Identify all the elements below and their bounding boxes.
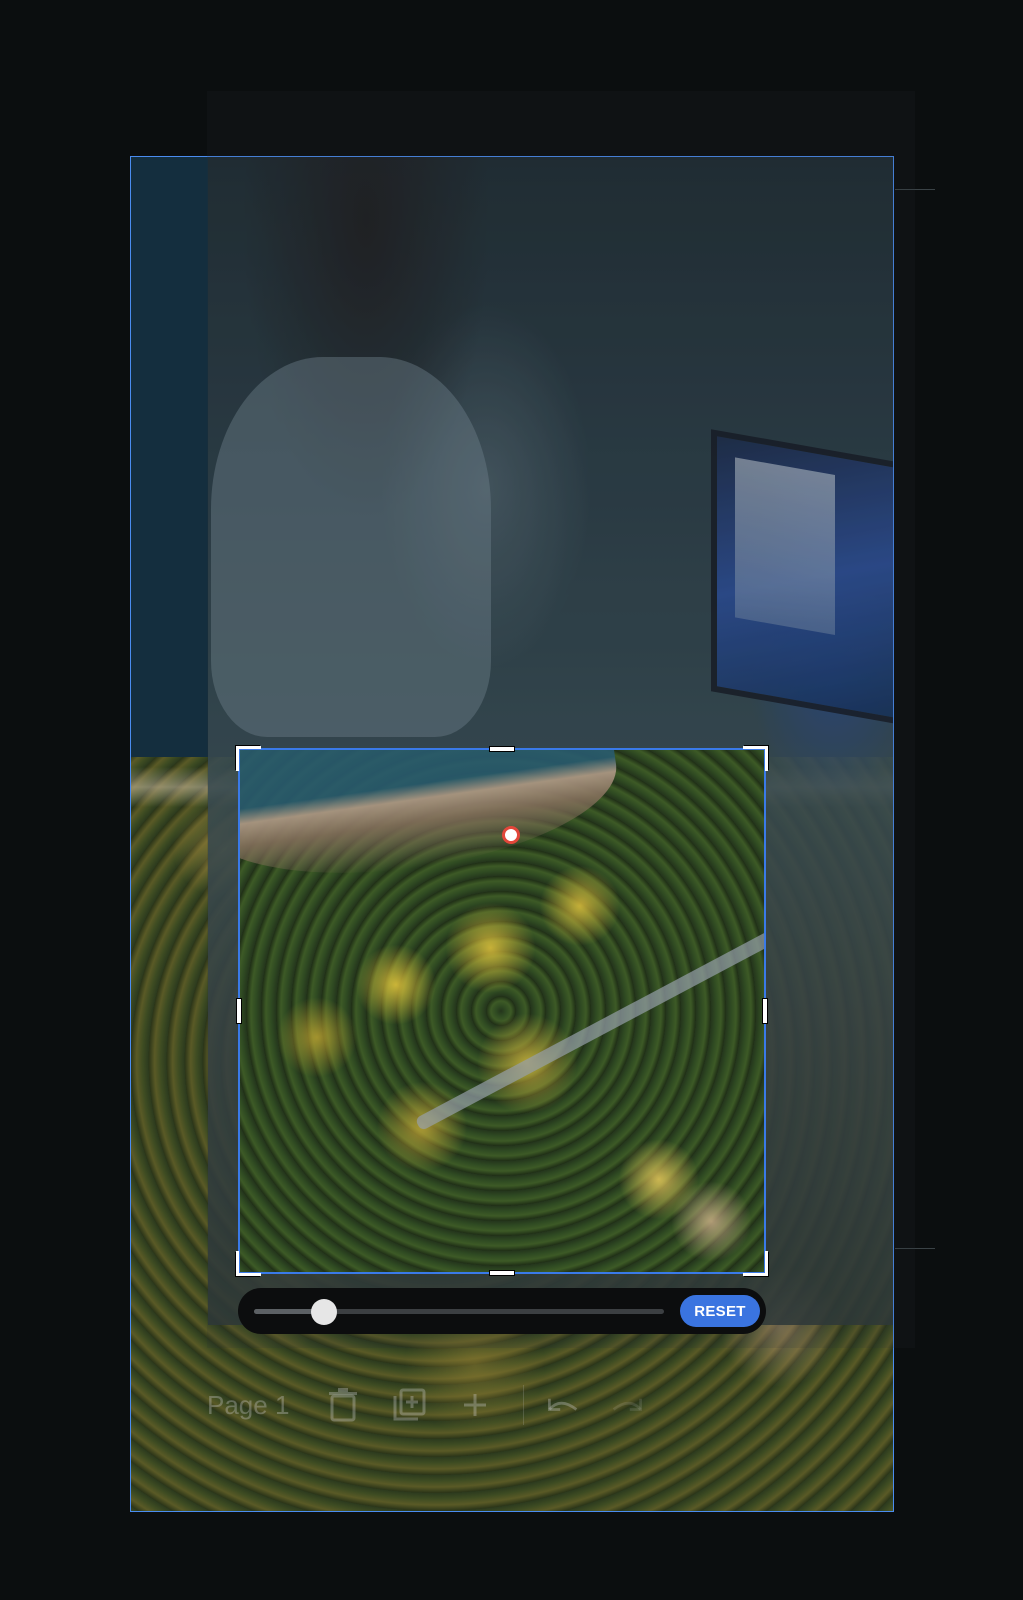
page-toolbar: Page 1 [207, 1380, 676, 1430]
redo-icon[interactable] [610, 1387, 646, 1423]
delete-icon[interactable] [325, 1387, 361, 1423]
page-label: Page 1 [207, 1389, 290, 1420]
crop-box[interactable] [236, 746, 768, 1276]
duplicate-page-icon[interactable] [391, 1387, 427, 1423]
crop-handle-top-right[interactable] [743, 746, 768, 771]
undo-icon[interactable] [544, 1387, 580, 1423]
crop-handle-top-left[interactable] [236, 746, 261, 771]
add-page-icon[interactable] [457, 1387, 493, 1423]
crop-handle-bottom-left[interactable] [236, 1251, 261, 1276]
crop-handle-left[interactable] [236, 998, 242, 1024]
zoom-slider-track[interactable] [254, 1299, 664, 1325]
crop-handle-right[interactable] [762, 998, 768, 1024]
crop-handle-bottom[interactable] [489, 1270, 515, 1276]
editor-stage: RESET Page 1 [0, 0, 1023, 1600]
dark-strip [131, 157, 208, 757]
crop-handle-top[interactable] [489, 746, 515, 752]
crop-handle-bottom-right[interactable] [743, 1251, 768, 1276]
toolbar-divider [523, 1385, 525, 1425]
zoom-slider-thumb[interactable] [310, 1299, 337, 1325]
zoom-bar: RESET [238, 1288, 766, 1334]
focal-point-marker[interactable] [502, 826, 520, 844]
reset-button[interactable]: RESET [680, 1295, 760, 1327]
